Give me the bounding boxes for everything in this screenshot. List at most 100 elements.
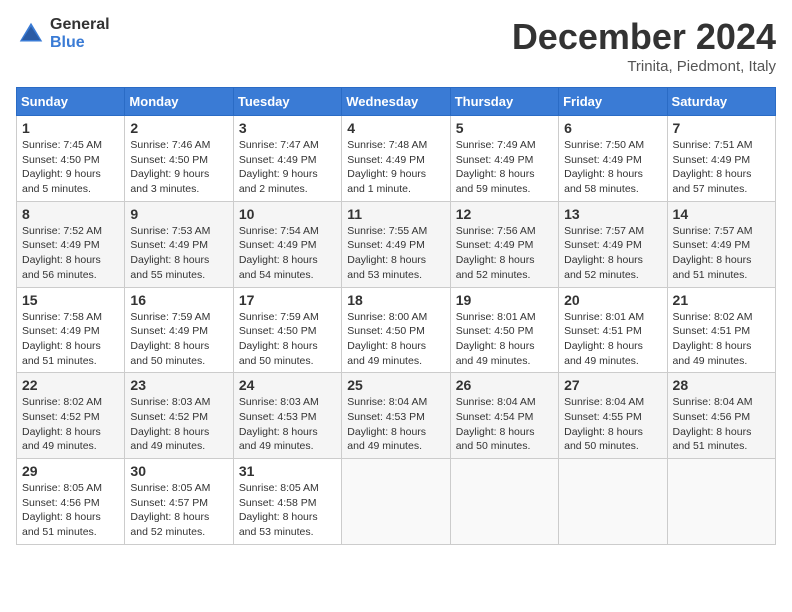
day-number: 31	[239, 463, 336, 479]
calendar-day-cell: 24 Sunrise: 8:03 AMSunset: 4:53 PMDayligh…	[233, 373, 341, 459]
day-number: 4	[347, 120, 444, 136]
calendar-day-cell: 5 Sunrise: 7:49 AMSunset: 4:49 PMDaylight…	[450, 116, 558, 202]
day-info: Sunrise: 7:57 AMSunset: 4:49 PMDaylight:…	[673, 225, 753, 281]
day-info: Sunrise: 7:56 AMSunset: 4:49 PMDaylight:…	[456, 225, 536, 281]
day-number: 22	[22, 377, 119, 393]
weekday-header: Thursday	[450, 88, 558, 116]
day-number: 26	[456, 377, 553, 393]
logo: General Blue	[16, 16, 110, 51]
day-info: Sunrise: 7:58 AMSunset: 4:49 PMDaylight:…	[22, 311, 102, 367]
day-number: 20	[564, 292, 661, 308]
day-number: 15	[22, 292, 119, 308]
day-number: 24	[239, 377, 336, 393]
day-info: Sunrise: 8:03 AMSunset: 4:53 PMDaylight:…	[239, 396, 319, 452]
calendar-table: SundayMondayTuesdayWednesdayThursdayFrid…	[16, 87, 776, 545]
calendar-day-cell: 11 Sunrise: 7:55 AMSunset: 4:49 PMDayligh…	[342, 201, 450, 287]
day-number: 9	[130, 206, 227, 222]
day-info: Sunrise: 7:57 AMSunset: 4:49 PMDaylight:…	[564, 225, 644, 281]
calendar-day-cell: 22 Sunrise: 8:02 AMSunset: 4:52 PMDayligh…	[17, 373, 125, 459]
day-info: Sunrise: 8:01 AMSunset: 4:50 PMDaylight:…	[456, 311, 536, 367]
day-info: Sunrise: 7:51 AMSunset: 4:49 PMDaylight:…	[673, 139, 753, 195]
day-number: 10	[239, 206, 336, 222]
day-number: 12	[456, 206, 553, 222]
calendar-day-cell: 9 Sunrise: 7:53 AMSunset: 4:49 PMDaylight…	[125, 201, 233, 287]
calendar-day-cell: 30Sunrise: 8:05 AMSunset: 4:57 PMDayligh…	[125, 459, 233, 545]
day-info: Sunrise: 7:50 AMSunset: 4:49 PMDaylight:…	[564, 139, 644, 195]
calendar-day-cell: 25 Sunrise: 8:04 AMSunset: 4:53 PMDayligh…	[342, 373, 450, 459]
day-number: 8	[22, 206, 119, 222]
calendar-day-cell: 7 Sunrise: 7:51 AMSunset: 4:49 PMDaylight…	[667, 116, 775, 202]
day-info: Sunrise: 7:55 AMSunset: 4:49 PMDaylight:…	[347, 225, 427, 281]
calendar-day-cell: 23 Sunrise: 8:03 AMSunset: 4:52 PMDayligh…	[125, 373, 233, 459]
day-number: 11	[347, 206, 444, 222]
weekday-header: Sunday	[17, 88, 125, 116]
calendar-day-cell: 12 Sunrise: 7:56 AMSunset: 4:49 PMDayligh…	[450, 201, 558, 287]
calendar-day-cell: 26 Sunrise: 8:04 AMSunset: 4:54 PMDayligh…	[450, 373, 558, 459]
weekday-header: Monday	[125, 88, 233, 116]
calendar-day-cell: 15 Sunrise: 7:58 AMSunset: 4:49 PMDayligh…	[17, 287, 125, 373]
day-info: Sunrise: 7:47 AMSunset: 4:49 PMDaylight:…	[239, 139, 319, 195]
day-number: 25	[347, 377, 444, 393]
day-info: Sunrise: 8:04 AMSunset: 4:56 PMDaylight:…	[673, 396, 753, 452]
day-number: 21	[673, 292, 770, 308]
day-info: Sunrise: 8:01 AMSunset: 4:51 PMDaylight:…	[564, 311, 644, 367]
day-info: Sunrise: 7:59 AMSunset: 4:50 PMDaylight:…	[239, 311, 319, 367]
calendar-week-row: 15 Sunrise: 7:58 AMSunset: 4:49 PMDayligh…	[17, 287, 776, 373]
day-info: Sunrise: 7:53 AMSunset: 4:49 PMDaylight:…	[130, 225, 210, 281]
calendar-day-cell	[559, 459, 667, 545]
day-info: Sunrise: 8:03 AMSunset: 4:52 PMDaylight:…	[130, 396, 210, 452]
logo-text: General Blue	[50, 16, 110, 51]
day-number: 7	[673, 120, 770, 136]
calendar-day-cell: 4 Sunrise: 7:48 AMSunset: 4:49 PMDaylight…	[342, 116, 450, 202]
day-number: 16	[130, 292, 227, 308]
day-info: Sunrise: 7:52 AMSunset: 4:49 PMDaylight:…	[22, 225, 102, 281]
day-number: 23	[130, 377, 227, 393]
day-info: Sunrise: 7:59 AMSunset: 4:49 PMDaylight:…	[130, 311, 210, 367]
calendar-day-cell: 27Sunrise: 8:04 AMSunset: 4:55 PMDayligh…	[559, 373, 667, 459]
calendar-day-cell	[667, 459, 775, 545]
day-info: Sunrise: 8:05 AMSunset: 4:56 PMDaylight:…	[22, 482, 102, 538]
day-info: Sunrise: 7:49 AMSunset: 4:49 PMDaylight:…	[456, 139, 536, 195]
calendar-week-row: 8 Sunrise: 7:52 AMSunset: 4:49 PMDaylight…	[17, 201, 776, 287]
title-block: December 2024 Trinita, Piedmont, Italy	[512, 16, 776, 75]
calendar-week-row: 22 Sunrise: 8:02 AMSunset: 4:52 PMDayligh…	[17, 373, 776, 459]
calendar-day-cell: 1Sunrise: 7:45 AMSunset: 4:50 PMDaylight…	[17, 116, 125, 202]
weekday-header: Wednesday	[342, 88, 450, 116]
day-info: Sunrise: 8:02 AMSunset: 4:52 PMDaylight:…	[22, 396, 102, 452]
calendar-week-row: 1Sunrise: 7:45 AMSunset: 4:50 PMDaylight…	[17, 116, 776, 202]
day-number: 28	[673, 377, 770, 393]
day-info: Sunrise: 8:05 AMSunset: 4:57 PMDaylight:…	[130, 482, 210, 538]
day-info: Sunrise: 7:45 AMSunset: 4:50 PMDaylight:…	[22, 139, 102, 195]
day-info: Sunrise: 8:04 AMSunset: 4:54 PMDaylight:…	[456, 396, 536, 452]
calendar-day-cell: 19 Sunrise: 8:01 AMSunset: 4:50 PMDayligh…	[450, 287, 558, 373]
calendar-day-cell: 8 Sunrise: 7:52 AMSunset: 4:49 PMDaylight…	[17, 201, 125, 287]
day-info: Sunrise: 7:48 AMSunset: 4:49 PMDaylight:…	[347, 139, 427, 195]
calendar-day-cell: 18Sunrise: 8:00 AMSunset: 4:50 PMDayligh…	[342, 287, 450, 373]
day-number: 27	[564, 377, 661, 393]
page-header: General Blue December 2024 Trinita, Pied…	[16, 16, 776, 75]
day-info: Sunrise: 7:54 AMSunset: 4:49 PMDaylight:…	[239, 225, 319, 281]
day-number: 5	[456, 120, 553, 136]
month-title: December 2024	[512, 16, 776, 58]
day-number: 3	[239, 120, 336, 136]
day-number: 19	[456, 292, 553, 308]
calendar-day-cell: 28 Sunrise: 8:04 AMSunset: 4:56 PMDayligh…	[667, 373, 775, 459]
day-info: Sunrise: 8:02 AMSunset: 4:51 PMDaylight:…	[673, 311, 753, 367]
calendar-day-cell: 10 Sunrise: 7:54 AMSunset: 4:49 PMDayligh…	[233, 201, 341, 287]
calendar-day-cell: 2Sunrise: 7:46 AMSunset: 4:50 PMDaylight…	[125, 116, 233, 202]
calendar-day-cell: 21 Sunrise: 8:02 AMSunset: 4:51 PMDayligh…	[667, 287, 775, 373]
logo-blue: Blue	[50, 34, 110, 52]
weekday-header: Saturday	[667, 88, 775, 116]
calendar-day-cell: 29 Sunrise: 8:05 AMSunset: 4:56 PMDayligh…	[17, 459, 125, 545]
day-info: Sunrise: 8:00 AMSunset: 4:50 PMDaylight:…	[347, 311, 427, 367]
calendar-day-cell	[342, 459, 450, 545]
calendar-day-cell: 6Sunrise: 7:50 AMSunset: 4:49 PMDaylight…	[559, 116, 667, 202]
day-number: 2	[130, 120, 227, 136]
day-info: Sunrise: 8:04 AMSunset: 4:53 PMDaylight:…	[347, 396, 427, 452]
calendar-day-cell: 13Sunrise: 7:57 AMSunset: 4:49 PMDayligh…	[559, 201, 667, 287]
day-number: 29	[22, 463, 119, 479]
calendar-day-cell: 16 Sunrise: 7:59 AMSunset: 4:49 PMDayligh…	[125, 287, 233, 373]
calendar-day-cell	[450, 459, 558, 545]
location-subtitle: Trinita, Piedmont, Italy	[512, 58, 776, 75]
calendar-day-cell: 3 Sunrise: 7:47 AMSunset: 4:49 PMDaylight…	[233, 116, 341, 202]
